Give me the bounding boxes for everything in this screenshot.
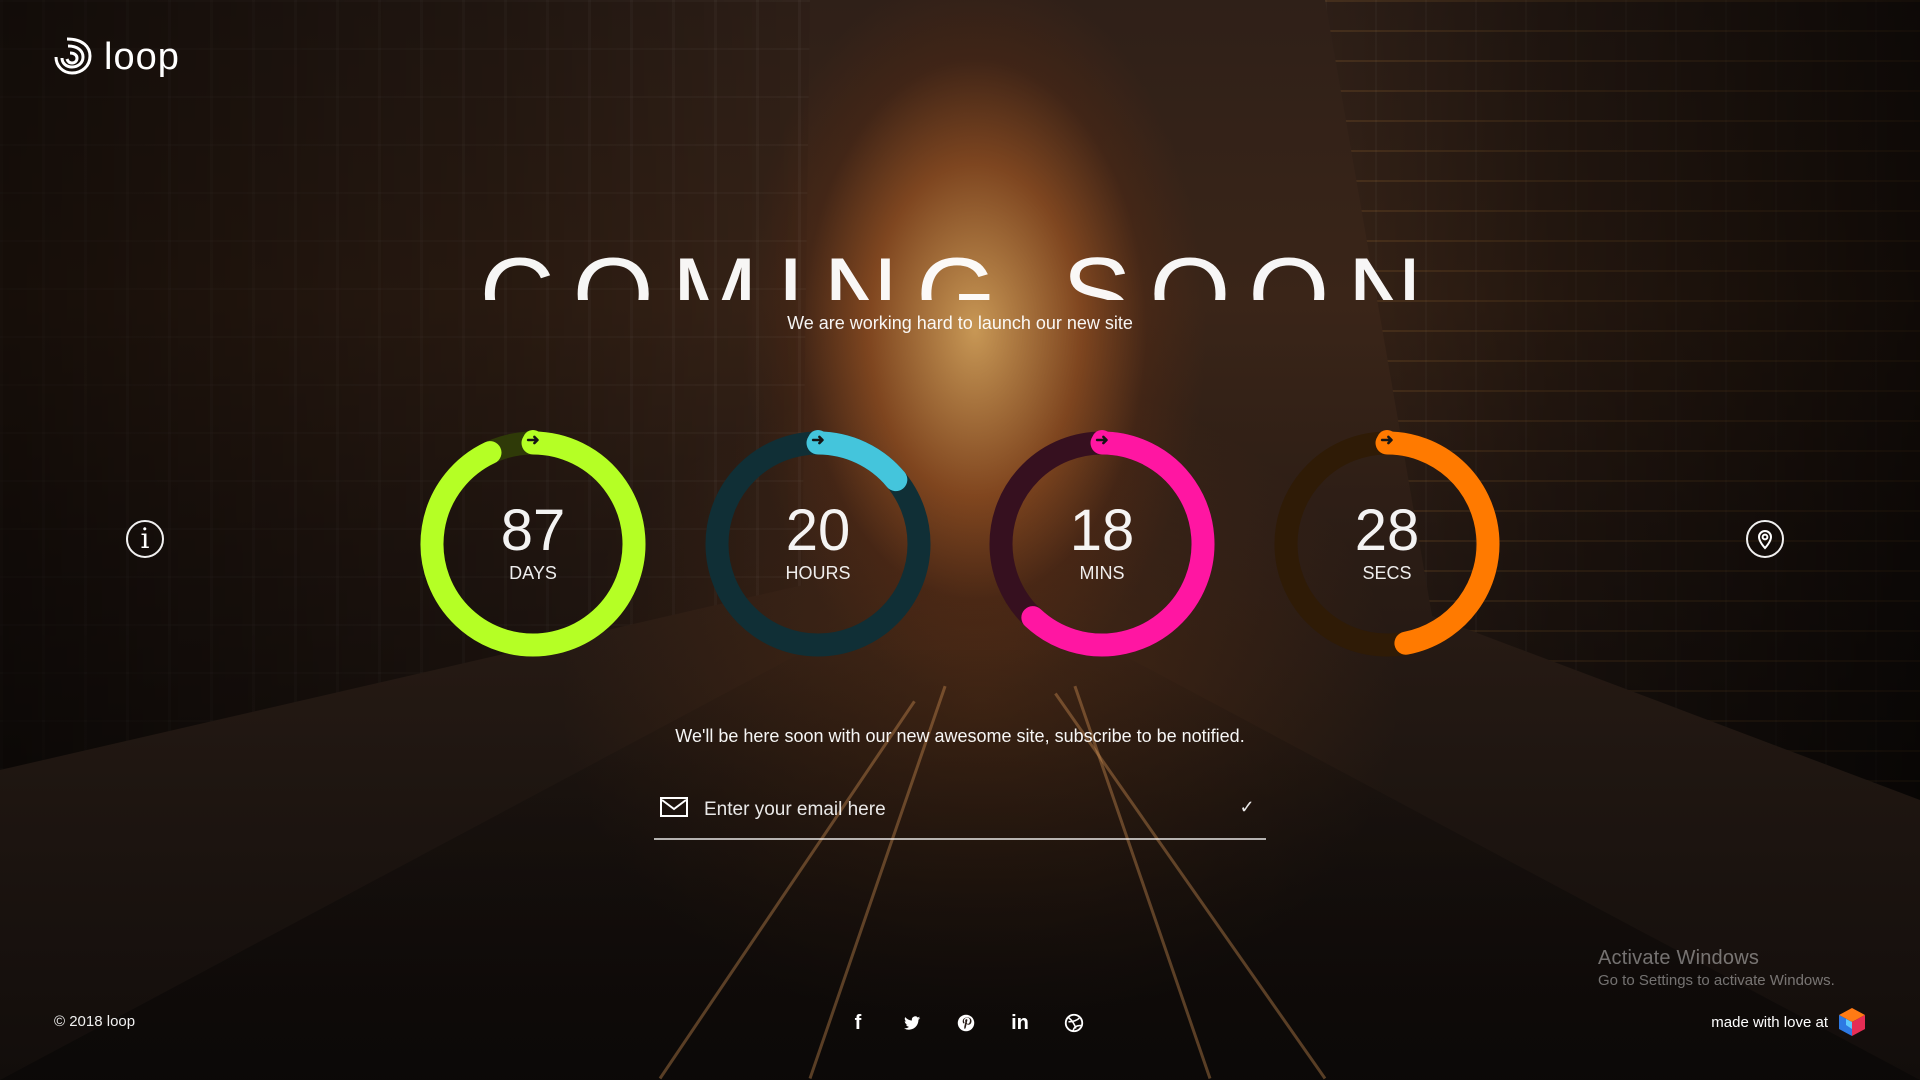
social-links: f in xyxy=(844,1009,1088,1037)
hours-value: 20 xyxy=(785,498,851,563)
page-subtitle: We are working hard to launch our new si… xyxy=(787,313,1133,333)
hours-arrow-icon: ➜ xyxy=(808,430,828,450)
site-logo[interactable]: loop xyxy=(52,32,180,80)
mins-arrow-icon: ➜ xyxy=(1092,430,1112,450)
countdown-hours: ➜ 20 HOURS xyxy=(704,430,932,658)
mail-icon xyxy=(659,795,689,819)
hero-section: COMING SOON We are working hard to launc… xyxy=(0,230,1920,334)
brand-cube-icon xyxy=(1838,1007,1866,1037)
twitter-icon[interactable] xyxy=(898,1009,926,1037)
hours-label: HOURS xyxy=(785,563,851,583)
secs-arrow-icon: ➜ xyxy=(1377,430,1397,450)
linkedin-icon[interactable]: in xyxy=(1006,1009,1034,1037)
days-arrow-icon: ➜ xyxy=(523,430,543,450)
windows-activation-notice: Activate Windows Go to Settings to activ… xyxy=(1598,946,1835,991)
countdown-timers: ➜ 87 DAYS ➜ 20 HOURS ➜ 18 MINS ➜ 28 SECS xyxy=(0,430,1920,660)
subscribe-submit-button[interactable]: ✓ xyxy=(1234,793,1260,821)
email-subscribe-form: ✓ xyxy=(654,785,1266,840)
dribbble-icon[interactable] xyxy=(1060,1009,1088,1037)
countdown-secs: ➜ 28 SECS xyxy=(1273,430,1501,658)
countdown-days: ➜ 87 DAYS xyxy=(419,430,647,658)
made-with-credit[interactable]: made with love at xyxy=(1711,1007,1866,1037)
loop-logo-icon xyxy=(52,35,94,77)
secs-value: 28 xyxy=(1354,498,1420,563)
mins-value: 18 xyxy=(1069,498,1135,563)
countdown-mins: ➜ 18 MINS xyxy=(988,430,1216,658)
pinterest-icon[interactable] xyxy=(952,1009,980,1037)
windows-activation-title: Activate Windows xyxy=(1598,947,1760,969)
footer-copyright: © 2018 loop xyxy=(54,1013,136,1030)
facebook-icon[interactable]: f xyxy=(844,1009,872,1037)
subscribe-note: We'll be here soon with our new awesome … xyxy=(675,726,1245,746)
days-label: DAYS xyxy=(509,563,557,583)
days-value: 87 xyxy=(500,498,566,563)
secs-label: SECS xyxy=(1362,563,1412,583)
made-with-text: made with love at xyxy=(1711,1013,1828,1031)
coming-soon-page: loop COMING SOON We are working hard to … xyxy=(0,0,1920,1080)
mins-label: MINS xyxy=(1079,563,1125,583)
page-title: COMING SOON xyxy=(479,237,1441,300)
logo-text: loop xyxy=(104,36,180,78)
windows-activation-subtitle: Go to Settings to activate Windows. xyxy=(1598,972,1835,989)
email-field[interactable] xyxy=(702,792,1206,828)
